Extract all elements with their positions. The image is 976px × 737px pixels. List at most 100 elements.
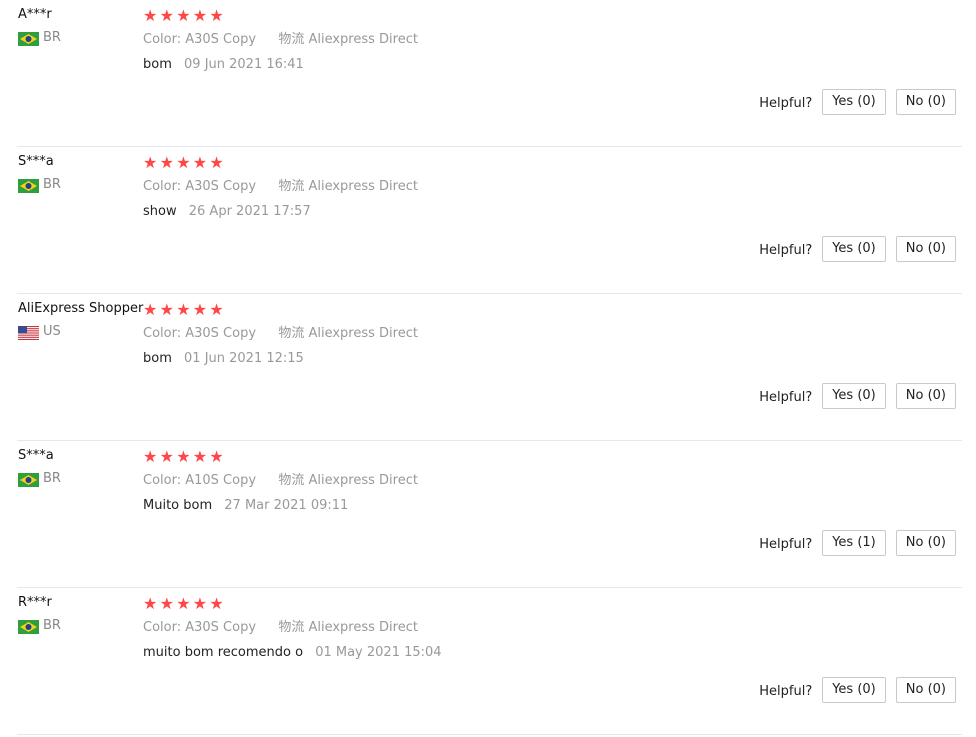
color-value: A30S Copy bbox=[185, 179, 257, 194]
order-info: Color: A10S Copy 物流 Aliexpress Direct bbox=[143, 473, 418, 489]
us-flag-icon bbox=[18, 325, 39, 340]
helpful-yes-button[interactable]: Yes (0) bbox=[822, 89, 886, 115]
helpful-label: Helpful? bbox=[759, 96, 813, 111]
star-icon: ★ bbox=[143, 447, 158, 466]
helpful-yes-button[interactable]: Yes (0) bbox=[822, 236, 886, 262]
color-value: A10S Copy bbox=[185, 473, 257, 488]
review-content: ★ ★ ★ ★ ★ Color: A30S Copy 物流 Aliexpress Dir… bbox=[143, 596, 442, 661]
star-icon: ★ bbox=[209, 153, 224, 172]
reviewer-info: S***a BR bbox=[18, 447, 144, 487]
star-icon: ★ bbox=[143, 300, 158, 319]
star-icon: ★ bbox=[209, 300, 224, 319]
star-icon: ★ bbox=[192, 153, 208, 172]
review-content: ★ ★ ★ ★ ★ Color: A30S Copy 物流 Aliexpress Dir… bbox=[143, 302, 418, 367]
review-item: AliExpress Shopper US ★ ★ ★ ★ ★ Color: A30S … bbox=[17, 294, 962, 441]
helpful-no-button[interactable]: No (0) bbox=[895, 677, 956, 703]
brazil-flag-icon bbox=[18, 472, 39, 487]
helpful-vote: Helpful? Yes (0) No (0) bbox=[759, 236, 956, 262]
reviewer-name: R***r bbox=[18, 595, 52, 610]
logistics-value: Aliexpress Direct bbox=[308, 326, 418, 341]
reviewer-info: R***r BR bbox=[18, 594, 144, 634]
feedback-date: 27 Mar 2021 09:11 bbox=[224, 498, 349, 513]
star-icon: ★ bbox=[176, 594, 191, 613]
reviewer-country: BR bbox=[18, 618, 144, 634]
feedback: show 26 Apr 2021 17:57 bbox=[143, 204, 418, 220]
star-icon: ★ bbox=[192, 6, 208, 25]
reviewer-country: BR bbox=[18, 177, 144, 193]
logistics-label: 物流 bbox=[278, 620, 305, 635]
star-icon: ★ bbox=[209, 447, 224, 466]
feedback: muito bom recomendo o 01 May 2021 15:04 bbox=[143, 645, 442, 661]
color-label: Color: bbox=[143, 179, 182, 194]
feedback-text: show bbox=[143, 204, 177, 219]
feedback-text: bom bbox=[143, 351, 172, 366]
logistics-value: Aliexpress Direct bbox=[308, 473, 418, 488]
logistics-value: Aliexpress Direct bbox=[308, 620, 418, 635]
logistics-value: Aliexpress Direct bbox=[308, 32, 418, 47]
color-label: Color: bbox=[143, 620, 182, 635]
star-rating: ★ ★ ★ ★ ★ bbox=[143, 302, 418, 318]
reviewer-country: BR bbox=[18, 30, 144, 46]
feedback: Muito bom 27 Mar 2021 09:11 bbox=[143, 498, 418, 514]
star-rating: ★ ★ ★ ★ ★ bbox=[143, 8, 418, 24]
helpful-no-button[interactable]: No (0) bbox=[895, 383, 956, 409]
reviewer-info: A***r BR bbox=[18, 6, 144, 46]
star-rating: ★ ★ ★ ★ ★ bbox=[143, 596, 442, 612]
star-icon: ★ bbox=[176, 447, 191, 466]
country-code: BR bbox=[43, 30, 61, 45]
country-code: BR bbox=[43, 471, 61, 486]
review-item: S***a BR ★ ★ ★ ★ ★ Color: A30S Copy 物流 Aliex… bbox=[17, 147, 962, 294]
color-value: A30S Copy bbox=[185, 32, 257, 47]
reviewer-country: BR bbox=[18, 471, 144, 487]
color-value: A30S Copy bbox=[185, 326, 257, 341]
brazil-flag-icon bbox=[18, 178, 39, 193]
reviewer-info: S***a BR bbox=[18, 153, 144, 193]
brazil-flag-icon bbox=[18, 619, 39, 634]
star-icon: ★ bbox=[176, 153, 191, 172]
color-label: Color: bbox=[143, 473, 182, 488]
color-value: A30S Copy bbox=[185, 620, 257, 635]
helpful-label: Helpful? bbox=[759, 390, 813, 405]
color-label: Color: bbox=[143, 32, 182, 47]
helpful-label: Helpful? bbox=[759, 684, 813, 699]
star-rating: ★ ★ ★ ★ ★ bbox=[143, 449, 418, 465]
helpful-yes-button[interactable]: Yes (0) bbox=[822, 383, 886, 409]
review-item: R***r BR ★ ★ ★ ★ ★ Color: A30S Copy 物流 Aliex… bbox=[17, 588, 962, 735]
feedback: bom 09 Jun 2021 16:41 bbox=[143, 57, 418, 73]
helpful-yes-button[interactable]: Yes (0) bbox=[822, 677, 886, 703]
feedback-text: muito bom recomendo o bbox=[143, 645, 304, 660]
star-icon: ★ bbox=[176, 300, 191, 319]
star-icon: ★ bbox=[159, 300, 174, 319]
brazil-flag-icon bbox=[18, 31, 39, 46]
feedback: bom 01 Jun 2021 12:15 bbox=[143, 351, 418, 367]
star-icon: ★ bbox=[159, 594, 174, 613]
star-icon: ★ bbox=[159, 6, 174, 25]
helpful-vote: Helpful? Yes (1) No (0) bbox=[759, 530, 956, 556]
feedback-date: 01 Jun 2021 12:15 bbox=[184, 351, 304, 366]
reviewer-info: AliExpress Shopper US bbox=[18, 300, 144, 340]
helpful-label: Helpful? bbox=[759, 537, 813, 552]
star-icon: ★ bbox=[176, 6, 191, 25]
country-code: US bbox=[43, 324, 61, 339]
review-item: S***a BR ★ ★ ★ ★ ★ Color: A10S Copy 物流 Aliex… bbox=[17, 441, 962, 588]
review-content: ★ ★ ★ ★ ★ Color: A30S Copy 物流 Aliexpress Dir… bbox=[143, 155, 418, 220]
helpful-vote: Helpful? Yes (0) No (0) bbox=[759, 383, 956, 409]
star-icon: ★ bbox=[159, 153, 174, 172]
order-info: Color: A30S Copy 物流 Aliexpress Direct bbox=[143, 179, 418, 195]
star-icon: ★ bbox=[192, 447, 208, 466]
helpful-yes-button[interactable]: Yes (1) bbox=[822, 530, 886, 556]
helpful-vote: Helpful? Yes (0) No (0) bbox=[759, 89, 956, 115]
helpful-no-button[interactable]: No (0) bbox=[895, 89, 956, 115]
star-icon: ★ bbox=[209, 594, 224, 613]
helpful-no-button[interactable]: No (0) bbox=[895, 530, 956, 556]
reviewer-country: US bbox=[18, 324, 144, 340]
logistics-label: 物流 bbox=[278, 326, 305, 341]
helpful-no-button[interactable]: No (0) bbox=[895, 236, 956, 262]
feedback-text: Muito bom bbox=[143, 498, 213, 513]
reviewer-name: A***r bbox=[18, 7, 52, 22]
review-list: A***r BR ★ ★ ★ ★ ★ Color: A30S Copy 物流 Aliex… bbox=[0, 0, 976, 735]
star-icon: ★ bbox=[143, 6, 158, 25]
order-info: Color: A30S Copy 物流 Aliexpress Direct bbox=[143, 32, 418, 48]
feedback-text: bom bbox=[143, 57, 172, 72]
helpful-vote: Helpful? Yes (0) No (0) bbox=[759, 677, 956, 703]
